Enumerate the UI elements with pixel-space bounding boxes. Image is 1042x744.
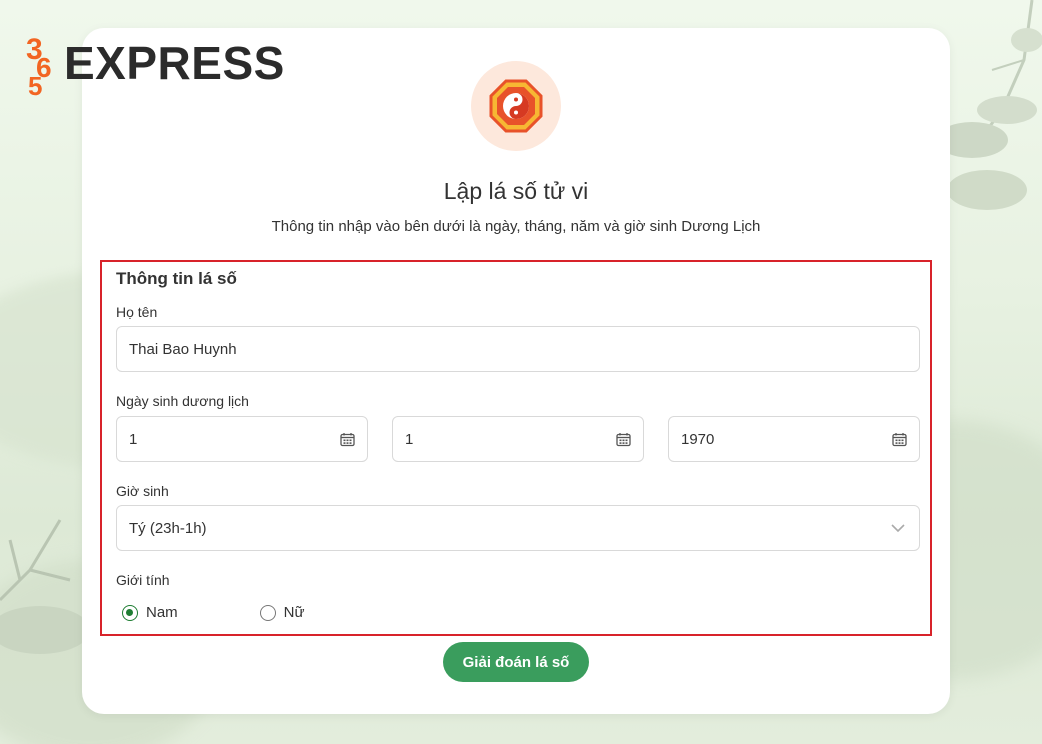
page-title: Lập lá số tử vi (443, 178, 589, 204)
birth-day-value: 1 (129, 430, 138, 448)
calendar-icon[interactable] (339, 431, 355, 447)
gender-option-nu[interactable]: Nữ (259, 604, 305, 621)
radio-unchecked-icon[interactable] (259, 604, 276, 621)
section-title: Thông tin lá số (116, 269, 237, 288)
chart-info-section: Thông tin lá số Họ tên Thai Bao Huynh Ng… (100, 260, 932, 636)
name-value: Thai Bao Huynh (129, 340, 237, 358)
yin-yang-bagua-icon (471, 61, 561, 151)
site-logo[interactable]: 3 6 5 EXPRESS (24, 28, 285, 98)
birth-month-field[interactable]: 1 (392, 416, 644, 462)
birth-hour-label: Giờ sinh (116, 483, 169, 499)
gender-label: Giới tính (116, 572, 170, 588)
radio-checked-icon[interactable] (122, 604, 138, 621)
chevron-down-icon (889, 519, 907, 537)
birth-year-field[interactable]: 1970 (668, 416, 920, 462)
logo-text: EXPRESS (64, 37, 285, 89)
submit-button[interactable]: Giải đoán lá số (443, 642, 589, 682)
birth-date-label: Ngày sinh dương lịch (116, 393, 249, 409)
name-label: Họ tên (116, 304, 158, 320)
gender-option-nam[interactable]: Nam (122, 604, 178, 621)
birth-month-value: 1 (405, 430, 414, 448)
gender-option-label: Nam (146, 604, 178, 621)
birth-year-value: 1970 (681, 430, 715, 448)
gender-radio-group: Nam Nữ (122, 604, 305, 621)
page-subtitle: Thông tin nhập vào bên dưới là ngày, thá… (271, 218, 761, 235)
svg-text:5: 5 (28, 71, 42, 97)
logo-mark-icon: 3 6 5 (26, 33, 52, 97)
gender-option-label: Nữ (283, 604, 305, 621)
calendar-icon[interactable] (891, 431, 907, 447)
form-card: Lập lá số tử vi Thông tin nhập vào bên d… (82, 28, 950, 714)
birth-hour-value: Tý (23h-1h) (129, 519, 207, 537)
birth-hour-select[interactable]: Tý (23h-1h) (116, 505, 920, 551)
birth-day-field[interactable]: 1 (116, 416, 368, 462)
tree-decoration-left (0, 519, 90, 654)
calendar-icon[interactable] (615, 431, 631, 447)
name-field[interactable]: Thai Bao Huynh (116, 326, 920, 372)
